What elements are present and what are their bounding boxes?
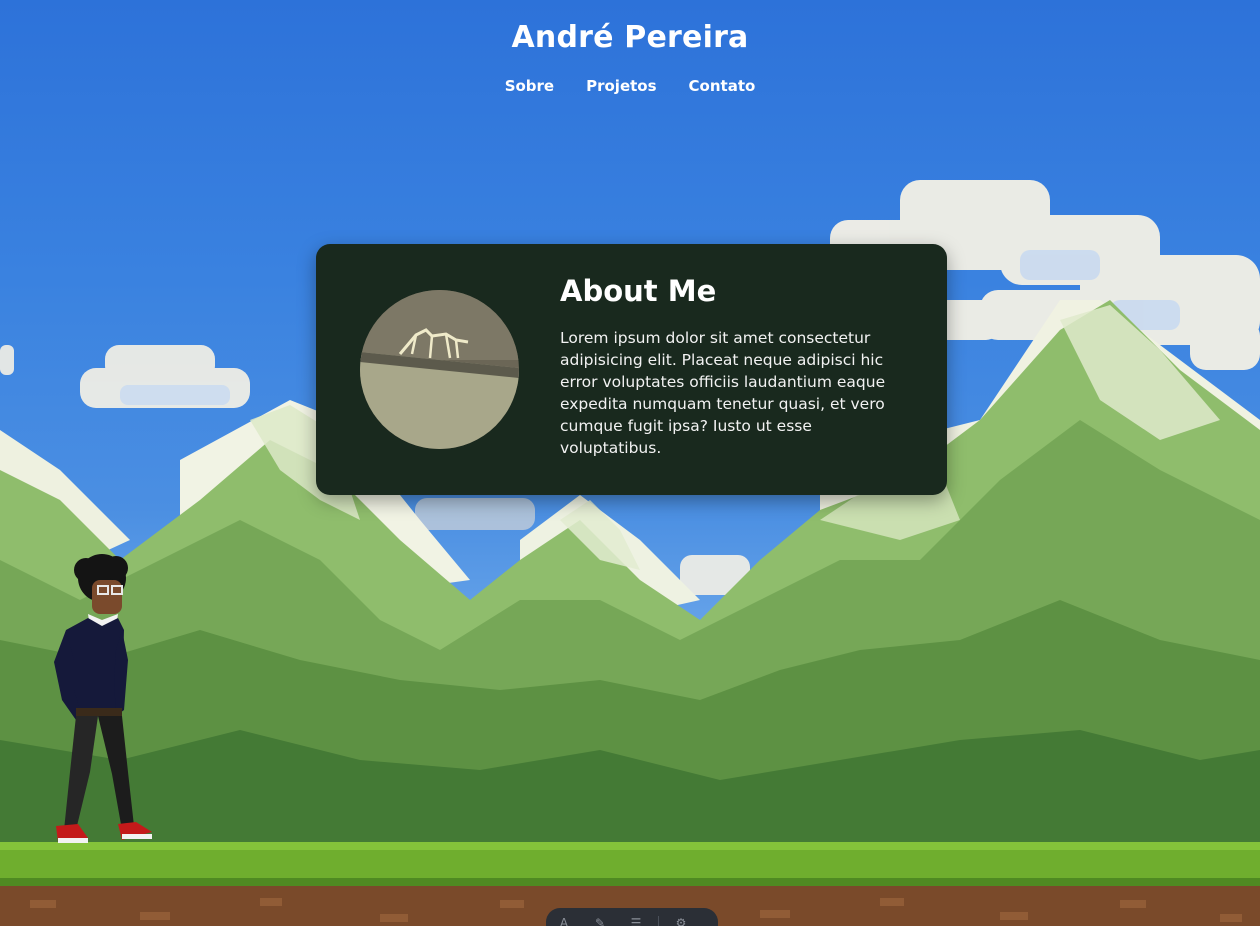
nav-link-contato[interactable]: Contato xyxy=(689,77,756,95)
nav-link-projetos[interactable]: Projetos xyxy=(586,77,656,95)
site-header: André Pereira Sobre Projetos Contato xyxy=(0,0,1260,95)
profile-photo xyxy=(360,290,519,449)
main-nav: Sobre Projetos Contato xyxy=(0,77,1260,95)
brush-icon[interactable]: ✎ xyxy=(582,916,618,926)
about-card: About Me Lorem ipsum dolor sit amet cons… xyxy=(316,244,947,495)
text-icon[interactable]: A xyxy=(546,916,582,926)
nav-link-sobre[interactable]: Sobre xyxy=(505,77,554,95)
toolbar-divider xyxy=(658,916,659,926)
bottom-toolbar: A ✎ ☰ ⚙ xyxy=(546,908,718,926)
about-text: About Me Lorem ipsum dolor sit amet cons… xyxy=(560,274,908,459)
page: André Pereira Sobre Projetos Contato Abo… xyxy=(0,0,1260,926)
about-title: About Me xyxy=(560,274,717,308)
site-title: André Pereira xyxy=(511,20,749,55)
character-sprite xyxy=(54,554,152,843)
about-body: Lorem ipsum dolor sit amet consectetur a… xyxy=(560,328,886,457)
settings-icon[interactable]: ⚙ xyxy=(663,916,699,926)
menu-icon[interactable]: ☰ xyxy=(618,916,654,926)
